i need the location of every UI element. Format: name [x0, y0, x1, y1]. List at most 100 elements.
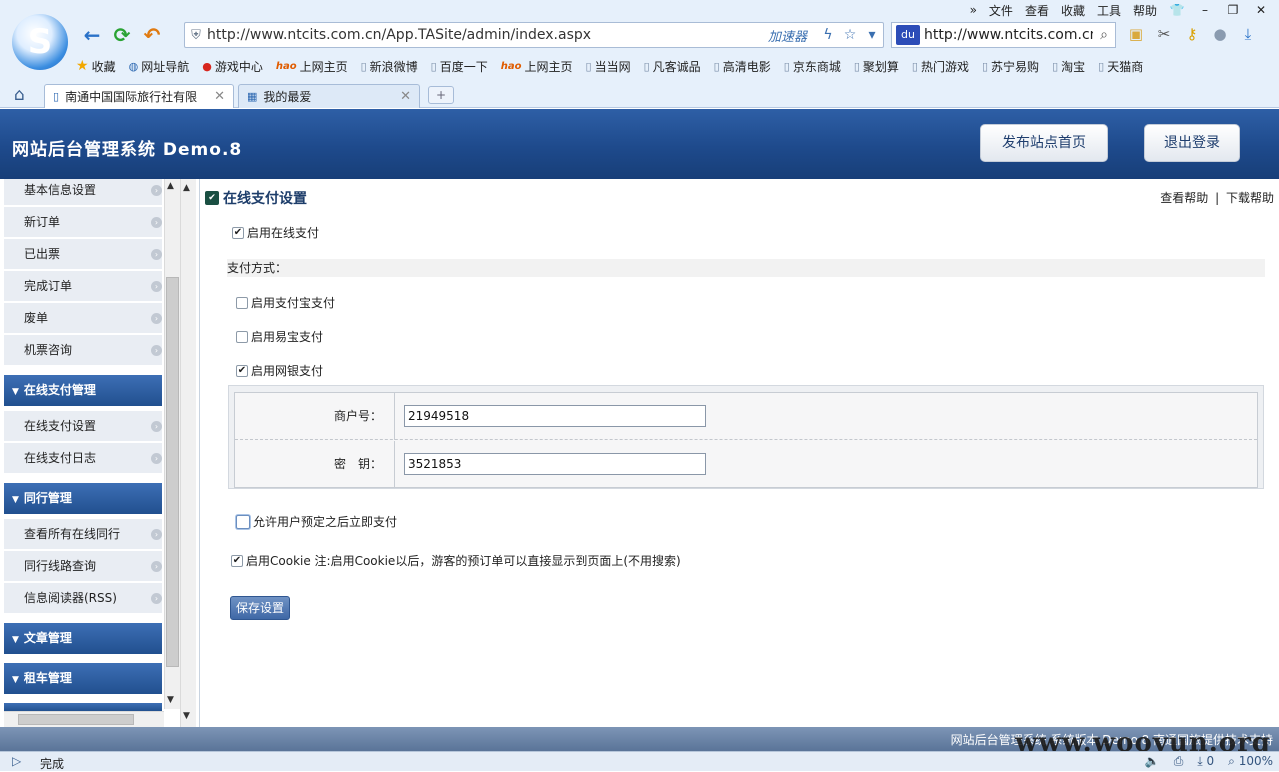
sidebar-item-online-payment-log[interactable]: 在线支付日志 ›: [4, 443, 162, 474]
play-icon[interactable]: ▷: [12, 754, 21, 768]
home-icon[interactable]: ⌂: [14, 85, 25, 105]
fav-item[interactable]: ▯ 新浪微博: [361, 58, 418, 75]
close-tab-icon[interactable]: ✕: [214, 89, 225, 104]
fav-item[interactable]: ▯ 天猫商: [1098, 58, 1143, 75]
volume-icon[interactable]: 🔈: [1145, 754, 1160, 769]
merchant-id-input[interactable]: 21949518: [404, 405, 706, 427]
logout-button[interactable]: 退出登录: [1144, 124, 1240, 162]
chevron-down-icon[interactable]: ✔: [205, 191, 219, 205]
back-arrow-icon[interactable]: ←: [80, 23, 104, 47]
netbank-checkbox[interactable]: ✔: [236, 364, 248, 377]
save-settings-button[interactable]: 保存设置: [230, 596, 290, 620]
sidebar-item-rss-reader[interactable]: 信息阅读器(RSS) ›: [4, 583, 162, 614]
restore-icon[interactable]: ❐: [1225, 3, 1241, 17]
sidebar-group-car-rental[interactable]: ▼ 租车管理: [4, 663, 162, 694]
sidebar-group-online-payment[interactable]: ▼ 在线支付管理: [4, 375, 162, 406]
outer-scroll-track[interactable]: [180, 179, 196, 727]
address-url[interactable]: http://www.ntcits.com.cn/App.TASite/admi…: [207, 27, 768, 43]
sidebar-item-all-online-peers[interactable]: 查看所有在线同行 ›: [4, 519, 162, 550]
hao-icon: hao: [500, 60, 522, 72]
sidebar-item-void-orders[interactable]: 废单 ›: [4, 303, 162, 334]
main-content: ✔ 在线支付设置 查看帮助 | 下载帮助 ✔ 启用在线支付 支付方式： 启用支付…: [201, 179, 1279, 727]
minimize-icon[interactable]: –: [1197, 3, 1213, 17]
fav-item[interactable]: ▯ 高清电影: [714, 58, 771, 75]
fav-item[interactable]: ▯ 当当网: [586, 58, 631, 75]
fav-item[interactable]: ● 游戏中心: [202, 58, 263, 75]
enable-online-pay-row: ✔ 启用在线支付: [232, 224, 319, 241]
sidebar-item-online-payment-settings[interactable]: 在线支付设置 ›: [4, 411, 162, 442]
fav-item[interactable]: ▯ 苏宁易购: [982, 58, 1039, 75]
fav-item[interactable]: ★ 收藏: [76, 58, 116, 75]
alipay-checkbox[interactable]: [236, 296, 248, 309]
close-icon[interactable]: ✕: [1253, 3, 1269, 17]
inner-scroll-thumb[interactable]: [166, 277, 179, 667]
sidebar-group-peers[interactable]: ▼ 同行管理: [4, 483, 162, 514]
search-box[interactable]: du http://www.ntcits.com.cn/ ⌕: [891, 22, 1116, 48]
extension-icon[interactable]: ▣: [1126, 24, 1146, 44]
address-bar[interactable]: ⛨ http://www.ntcits.com.cn/App.TASite/ad…: [184, 22, 884, 48]
fav-item[interactable]: hao 上网主页: [501, 58, 573, 75]
fav-item[interactable]: ◍ 网址导航: [129, 58, 190, 75]
fav-item[interactable]: ▯ 热门游戏: [912, 58, 969, 75]
cookie-checkbox[interactable]: ✔: [231, 554, 243, 567]
instant-pay-checkbox[interactable]: [236, 514, 250, 529]
new-tab-button[interactable]: +: [428, 86, 454, 104]
sidebar-item-ticket-inquiry[interactable]: 机票咨询 ›: [4, 335, 162, 366]
enable-online-pay-checkbox[interactable]: ✔: [232, 226, 244, 239]
sidebar-item-peer-route-search[interactable]: 同行线路查询 ›: [4, 551, 162, 582]
search-icon[interactable]: ⌕: [1093, 27, 1115, 43]
fav-item[interactable]: ▯ 聚划算: [854, 58, 899, 75]
download-help-link[interactable]: 下载帮助: [1226, 191, 1274, 205]
lightning-icon[interactable]: ϟ: [817, 27, 839, 43]
scroll-down-icon[interactable]: ▼: [183, 711, 190, 721]
menu-file[interactable]: 文件: [989, 2, 1013, 19]
refresh-icon[interactable]: ⟳: [110, 23, 134, 47]
sidebar: 基本信息设置 › 新订单 › 已出票 › 完成订单 › 废单 › 机票咨询 › ▼ 在线支付管…: [0, 179, 200, 727]
fav-item[interactable]: ▯ 百度一下: [431, 58, 488, 75]
fav-item[interactable]: ▯ 淘宝: [1052, 58, 1085, 75]
view-help-link[interactable]: 查看帮助: [1160, 191, 1208, 205]
download-count[interactable]: ⤓ 0: [1197, 754, 1214, 769]
menu-view[interactable]: 查看: [1025, 2, 1049, 19]
fav-item[interactable]: hao 上网主页: [276, 58, 348, 75]
scroll-down-icon[interactable]: ▼: [167, 695, 174, 705]
publish-homepage-button[interactable]: 发布站点首页: [980, 124, 1108, 162]
fav-item[interactable]: ▯ 凡客诚品: [644, 58, 701, 75]
chat-icon[interactable]: ●: [1210, 24, 1230, 44]
netbank-row: ✔ 启用网银支付: [236, 362, 323, 379]
sidebar-item-basic-info[interactable]: 基本信息设置 ›: [4, 179, 162, 206]
sidebar-scrollbar[interactable]: ▲ ▼ ▲ ▼: [164, 179, 196, 727]
skin-icon[interactable]: 👕: [1169, 3, 1185, 17]
close-tab-icon[interactable]: ✕: [400, 89, 411, 104]
menu-help[interactable]: 帮助: [1133, 2, 1157, 19]
sidebar-group-articles[interactable]: ▼ 文章管理: [4, 623, 162, 654]
key-icon[interactable]: ⚷: [1182, 24, 1202, 44]
scissors-icon[interactable]: ✂: [1154, 24, 1174, 44]
search-input[interactable]: http://www.ntcits.com.cn/: [924, 27, 1093, 43]
star-icon[interactable]: ☆: [839, 27, 861, 43]
zoom-level[interactable]: ⌕ 100%: [1228, 754, 1273, 769]
sidebar-item-ticketed[interactable]: 已出票 ›: [4, 239, 162, 270]
key-input[interactable]: 3521853: [404, 453, 706, 475]
dropdown-icon[interactable]: ▾: [861, 27, 883, 43]
fav-item[interactable]: ▯ 京东商城: [784, 58, 841, 75]
baidu-paw-icon[interactable]: du: [896, 25, 920, 45]
accelerator-label[interactable]: 加速器: [768, 26, 807, 45]
undo-icon[interactable]: ↶: [140, 23, 164, 47]
menu-favorites[interactable]: 收藏: [1061, 2, 1085, 19]
sidebar-horizontal-scrollbar[interactable]: [4, 711, 164, 727]
menu-more-icon[interactable]: »: [970, 3, 977, 17]
sidebar-item-new-orders[interactable]: 新订单 ›: [4, 207, 162, 238]
tab-active[interactable]: ▯ 南通中国国际旅行社有限 ✕: [44, 84, 234, 108]
sidebar-item-completed-orders[interactable]: 完成订单 ›: [4, 271, 162, 302]
printer-icon[interactable]: ⎙: [1174, 754, 1184, 769]
tab-favorites[interactable]: ▦ 我的最爱 ✕: [238, 84, 420, 108]
horizontal-scroll-thumb[interactable]: [18, 714, 134, 725]
caret-down-icon: ▼: [12, 495, 19, 505]
navigation-row: ← ⟳ ↶ ⛨ http://www.ntcits.com.cn/App.TAS…: [76, 20, 1276, 50]
scroll-up-icon[interactable]: ▲: [167, 181, 174, 191]
download-icon[interactable]: ⤓: [1238, 24, 1258, 44]
yeepay-checkbox[interactable]: [236, 330, 248, 343]
scroll-up-icon[interactable]: ▲: [183, 183, 190, 193]
menu-tools[interactable]: 工具: [1097, 2, 1121, 19]
